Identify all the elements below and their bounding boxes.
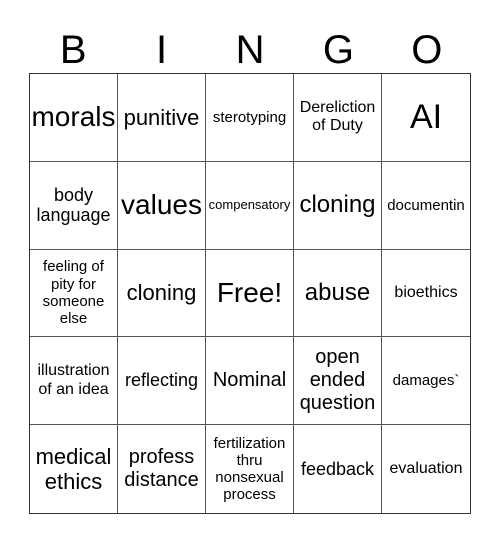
bingo-cell[interactable]: Nominal	[206, 337, 294, 426]
bingo-cell[interactable]: punitive	[118, 74, 206, 162]
bingo-cell[interactable]: fertilization thru nonsexual process	[206, 425, 294, 513]
bingo-cell[interactable]: sterotyping	[206, 74, 294, 162]
header-letter-n: N	[235, 28, 265, 72]
bingo-cell[interactable]: cloning	[118, 249, 206, 338]
bingo-cell[interactable]: cloning	[294, 161, 382, 250]
header-letter-g: G	[322, 28, 354, 72]
bingo-cell[interactable]: medical ethics	[30, 425, 118, 513]
bingo-cell[interactable]: values	[118, 161, 206, 250]
header-letter-o: O	[411, 28, 443, 72]
bingo-cell[interactable]: reflecting	[118, 337, 206, 426]
bingo-cell[interactable]: feedback	[294, 425, 382, 513]
bingo-grid: morals punitive sterotyping Dereliction …	[29, 73, 471, 514]
header-letter-i: I	[156, 28, 168, 72]
bingo-cell[interactable]: open ended question	[294, 337, 382, 426]
bingo-cell[interactable]: profess distance	[118, 425, 206, 513]
bingo-cell[interactable]: damages`	[382, 337, 470, 426]
free-space-cell[interactable]: Free!	[206, 249, 294, 338]
header-letter-b: B	[59, 28, 87, 72]
bingo-cell[interactable]: compensatory	[206, 161, 294, 250]
bingo-cell[interactable]: feeling of pity for someone else	[30, 249, 118, 338]
bingo-cell[interactable]: Dereliction of Duty	[294, 74, 382, 162]
bingo-cell[interactable]: AI	[382, 74, 470, 162]
bingo-cell[interactable]: evaluation	[382, 425, 470, 513]
bingo-cell[interactable]: morals	[30, 74, 118, 162]
bingo-cell[interactable]: body language	[30, 161, 118, 250]
bingo-header: B I N G O	[29, 28, 471, 72]
bingo-cell[interactable]: bioethics	[382, 250, 470, 338]
bingo-cell[interactable]: illustration of an idea	[30, 337, 118, 426]
bingo-cell[interactable]: abuse	[294, 249, 382, 338]
bingo-cell[interactable]: documentin	[382, 162, 470, 250]
